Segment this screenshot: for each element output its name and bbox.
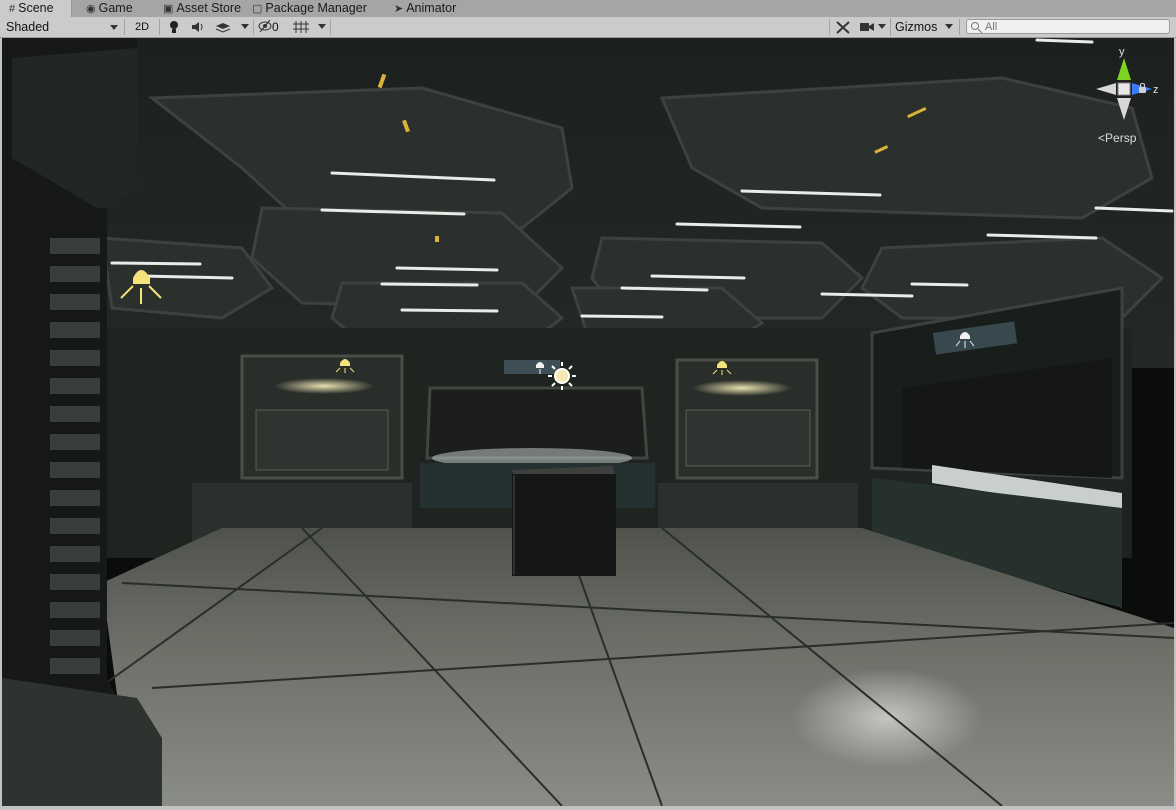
floor-reflection (792, 668, 982, 768)
package-icon: ▢ (252, 3, 263, 15)
tools-button[interactable] (833, 18, 853, 36)
chevron-down-icon (110, 25, 118, 30)
search-input[interactable] (985, 20, 1165, 33)
scene-render: y z (2, 38, 1174, 806)
camera-dropdown-icon[interactable] (878, 24, 886, 29)
gamepad-icon: ◉ (86, 3, 96, 15)
scene-viewport[interactable]: y z <Persp (2, 38, 1174, 806)
tab-game[interactable]: ◉ Game (86, 0, 146, 17)
axis-z-label: z (1153, 84, 1159, 96)
grid-icon: # (9, 3, 16, 15)
divider (959, 19, 960, 35)
gizmos-dropdown-icon[interactable] (945, 24, 953, 29)
wall-trim (658, 483, 858, 533)
grid-toggle[interactable] (291, 18, 311, 36)
tab-scene[interactable]: # Scene (0, 0, 72, 17)
tab-scene-label: Scene (18, 1, 54, 15)
2d-toggle-button[interactable]: 2D (128, 18, 156, 36)
tab-animator[interactable]: ➤ Animator (394, 0, 464, 17)
divider (124, 19, 125, 35)
tab-game-label: Game (98, 1, 133, 15)
grid-dropdown-icon[interactable] (318, 24, 326, 29)
draw-mode-value: Shaded (6, 20, 50, 34)
hidden-object-count: 0 (272, 20, 279, 34)
projection-label: Persp (1105, 131, 1137, 145)
divider (253, 19, 254, 35)
2d-toggle-label: 2D (134, 21, 150, 33)
axis-y-label: y (1119, 46, 1125, 58)
wall-lamp-glow (274, 378, 374, 394)
draw-mode-dropdown[interactable]: Shaded (6, 18, 120, 36)
grid-snap-icon (293, 21, 309, 33)
animator-icon: ➤ (394, 3, 404, 15)
window-tab-bar: # Scene ◉ Game ▣ Asset Store ▢ Package Manag… (0, 0, 1176, 18)
divider (330, 19, 331, 35)
effects-dropdown-icon[interactable] (241, 24, 249, 29)
eye-hidden-icon (258, 19, 272, 33)
layers-icon (215, 23, 231, 33)
scene-toolbar: Shaded 2D 0 Gizmos (0, 17, 1176, 38)
scene-search-field[interactable] (966, 19, 1170, 34)
effects-toggle[interactable] (212, 18, 234, 36)
projection-toggle[interactable]: <Persp (1098, 131, 1136, 145)
scene-visibility-toggle[interactable]: 0 (258, 18, 288, 36)
divider (829, 19, 830, 35)
tab-animator-label: Animator (406, 1, 457, 15)
camera-button[interactable] (857, 18, 877, 36)
camera-icon (860, 23, 874, 31)
tab-asset-store-label: Asset Store (176, 1, 242, 15)
gizmo-center-cube[interactable] (1117, 82, 1131, 96)
tab-asset-store[interactable]: ▣ Asset Store (163, 0, 253, 17)
store-icon: ▣ (163, 3, 174, 15)
crate (512, 466, 616, 576)
gizmos-label: Gizmos (895, 20, 938, 34)
speaker-icon (192, 22, 203, 32)
tools-icon (836, 21, 850, 34)
wall-lamp-glow (692, 380, 792, 396)
lightbulb-icon (170, 21, 178, 33)
audio-toggle[interactable] (188, 18, 210, 36)
gizmos-button[interactable]: Gizmos (890, 18, 945, 36)
lighting-toggle[interactable] (164, 18, 186, 36)
lock-icon[interactable] (1139, 83, 1146, 93)
search-icon (971, 22, 983, 34)
tab-package-manager-label: Package Manager (265, 1, 367, 15)
divider (159, 19, 160, 35)
tab-package-manager[interactable]: ▢ Package Manager (252, 0, 377, 17)
